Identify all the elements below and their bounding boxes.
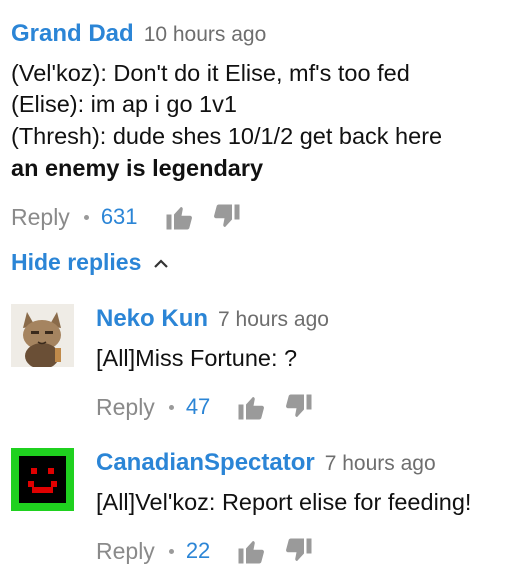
thumbs-down-icon[interactable]: [212, 202, 242, 232]
smiley-avatar-icon: [11, 448, 74, 511]
reply-button[interactable]: Reply: [96, 394, 155, 421]
comment-actions: Reply 631: [11, 202, 242, 232]
reply-header: Neko Kun 7 hours ago: [96, 305, 329, 336]
avatar[interactable]: [11, 304, 74, 367]
thumbs-up-icon[interactable]: [236, 392, 266, 422]
separator-dot: [168, 404, 174, 410]
cat-avatar-icon: [11, 304, 74, 367]
comment-author[interactable]: Grand Dad: [11, 20, 134, 47]
reply-actions: Reply 22: [96, 536, 314, 566]
separator-dot: [168, 548, 174, 554]
thumbs-up-icon[interactable]: [236, 536, 266, 566]
reply-actions: Reply 47: [96, 392, 314, 422]
reply-author[interactable]: Neko Kun: [96, 305, 208, 332]
hide-replies-label: Hide replies: [11, 249, 142, 275]
like-count: 631: [100, 204, 138, 229]
comment-line: (Vel'koz): Don't do it Elise, mf's too f…: [11, 60, 410, 86]
comment-time[interactable]: 10 hours ago: [144, 23, 267, 46]
like-count: 22: [185, 538, 211, 563]
hide-replies-toggle[interactable]: Hide replies: [11, 249, 169, 276]
thumbs-down-icon[interactable]: [284, 392, 314, 422]
thumbs-down-icon[interactable]: [284, 536, 314, 566]
chevron-up-icon: [154, 258, 169, 268]
comment-bold-line: an enemy is legendary: [11, 155, 264, 181]
comment-line: (Thresh): dude shes 10/1/2 get back here: [11, 123, 443, 149]
reply-button[interactable]: Reply: [11, 204, 70, 231]
separator-dot: [83, 214, 89, 220]
reply-button[interactable]: Reply: [96, 538, 155, 565]
reply-time[interactable]: 7 hours ago: [325, 452, 436, 475]
avatar[interactable]: [11, 448, 74, 511]
like-count: 47: [185, 394, 211, 419]
reply-time[interactable]: 7 hours ago: [218, 308, 329, 331]
thumbs-up-icon[interactable]: [164, 202, 194, 232]
reply-author[interactable]: CanadianSpectator: [96, 449, 315, 476]
reply-text: [All]Vel'koz: Report elise for feeding!: [96, 489, 472, 515]
reply-text: [All]Miss Fortune: ?: [96, 345, 298, 371]
comment-line: (Elise): im ap i go 1v1: [11, 91, 237, 117]
reply-header: CanadianSpectator 7 hours ago: [96, 449, 436, 480]
comment-header: Grand Dad 10 hours ago: [11, 20, 266, 51]
